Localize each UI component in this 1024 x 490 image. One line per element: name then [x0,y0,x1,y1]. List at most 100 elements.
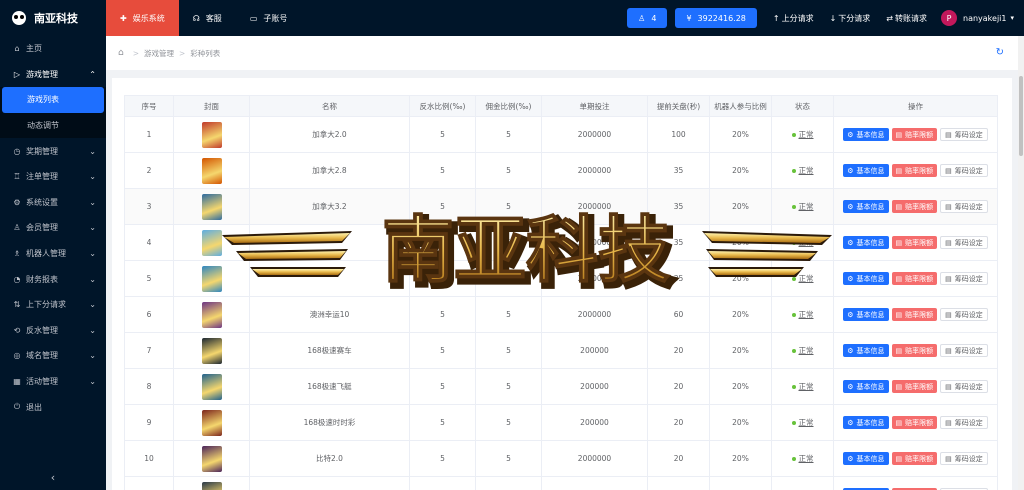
chip-settings-button[interactable]: ▤筹码设定 [940,236,988,249]
status-badge[interactable]: 正常 [791,202,814,211]
chip-settings-button[interactable]: ▤筹码设定 [940,164,988,177]
sidebar-item-label: 上下分请求 [26,300,66,310]
up-request-label: 上分请求 [781,13,814,23]
gear-icon: ⚙ [847,454,854,463]
rebate-ratio: 5 [409,368,476,405]
status-badge[interactable]: 正常 [791,310,814,319]
robot-icon: ♗ [13,249,21,259]
button-label: 基本信息 [856,238,885,247]
sidebar-item-0[interactable]: ⌂ 主页 [0,36,106,62]
refresh-icon[interactable]: ↻ [996,47,1004,58]
basic-info-button[interactable]: ⚙基本信息 [843,236,889,249]
basic-info-button[interactable]: ⚙基本信息 [843,416,889,429]
table-row[interactable]: 6 澳洲幸运10 5 5 2000000 60 20% 正常 ⚙ 基本信息 ▤ 赔率限额 ▤ 筹码设定 [124,296,998,333]
chip-settings-button[interactable]: ▤筹码设定 [940,344,988,357]
odds-limit-button[interactable]: ▤赔率限额 [891,452,938,465]
status-cell: 正常 [771,224,834,261]
tab-0[interactable]: ✚ 娱乐系统 [106,0,179,36]
sidebar-item-6[interactable]: ⚙ 系统设置 ⌄ [0,190,106,216]
document-icon: ▤ [895,238,903,247]
basic-info-button[interactable]: ⚙基本信息 [843,344,889,357]
sidebar-item-1[interactable]: ▷ 游戏管理 ⌃ [0,62,106,88]
odds-limit-button[interactable]: ▤赔率限额 [891,272,938,285]
balance-badge[interactable]: ¥ 3922416.28 [675,8,757,28]
transfer-icon: ⇄ [886,13,893,23]
odds-limit-button[interactable]: ▤赔率限额 [891,200,938,213]
sidebar-item-12[interactable]: ◎ 域名管理 ⌄ [0,343,106,369]
odds-limit-button[interactable]: ▤赔率限额 [891,308,938,321]
odds-limit-button[interactable]: ▤赔率限额 [891,164,938,177]
home-icon[interactable]: ⌂ [118,48,124,58]
status-dot-icon [791,169,796,173]
table-row[interactable]: 9 168极速时时彩 5 5 200000 20 20% 正常 ⚙ 基本信息 ▤ 赔率限额 ▤ 筹码设定 [124,404,998,441]
page-scrollbar[interactable] [1018,36,1024,490]
table-row[interactable]: 2 加拿大2.8 5 5 2000000 35 20% 正常 ⚙ 基本信息 ▤ 赔率限额 ▤ 筹码设定 [124,152,998,189]
table-row[interactable]: 4 5 5 2000000 35 20% 正常 ⚙ 基本信息 ▤ 赔率限额 ▤ 筹码设定 [124,224,998,261]
sidebar-item-4[interactable]: ◷ 奖期管理 ⌄ [0,138,106,164]
chip-settings-button[interactable]: ▤筹码设定 [940,452,988,465]
user-menu[interactable]: P nanyakeji1 ▾ [941,10,1014,26]
rebate-icon: ⟲ [13,325,21,335]
table-row[interactable]: 1 加拿大2.0 5 5 2000000 100 20% 正常 ⚙ 基本信息 ▤ 赔率限额 ▤ 筹码设定 [124,116,998,153]
chip-settings-button[interactable]: ▤筹码设定 [940,380,988,393]
up-request-button[interactable]: ↑ 上分请求 [773,13,814,24]
single-bet-limit: 200000 [541,368,648,405]
early-close-seconds: 20 [647,476,710,490]
chip-settings-button[interactable]: ▤筹码设定 [940,200,988,213]
tab-1[interactable]: ☊ 客服 [179,0,236,36]
scrollbar-thumb[interactable] [1019,76,1023,156]
chip-settings-button[interactable]: ▤筹码设定 [940,416,988,429]
single-bet-limit: 2000000 [541,260,648,297]
breadcrumb-item-lottery-list: 彩种列表 [190,48,221,58]
chip-settings-button[interactable]: ▤筹码设定 [940,272,988,285]
collapse-sidebar-button[interactable]: ‹ [0,464,106,490]
status-badge[interactable]: 正常 [791,238,814,247]
odds-limit-button[interactable]: ▤赔率限额 [891,416,938,429]
basic-info-button[interactable]: ⚙基本信息 [843,380,889,393]
breadcrumb-item-game-management[interactable]: 游戏管理 [144,48,174,59]
sidebar-item-11[interactable]: ⟲ 反水管理 ⌄ [0,318,106,344]
odds-limit-button[interactable]: ▤赔率限额 [891,380,938,393]
status-badge[interactable]: 正常 [791,274,814,283]
odds-limit-button[interactable]: ▤赔率限额 [891,236,938,249]
sidebar-item-8[interactable]: ♗ 机器人管理 ⌄ [0,241,106,267]
sidebar-item-13[interactable]: ▦ 活动管理 ⌄ [0,369,106,395]
tab-2[interactable]: ▭ 子账号 [236,0,302,36]
sidebar-item-10[interactable]: ⇅ 上下分请求 ⌄ [0,292,106,318]
table-row[interactable]: 7 168极速赛车 5 5 200000 20 20% 正常 ⚙ 基本信息 ▤ 赔率限额 ▤ 筹码设定 [124,332,998,369]
table-row[interactable]: 11比特2.85520000002020%正常⚙基本信息▤赔率限额▤筹码设定 [124,476,998,490]
table-row[interactable]: 8 168极速飞艇 5 5 200000 20 20% 正常 ⚙ 基本信息 ▤ 赔率限额 ▤ 筹码设定 [124,368,998,405]
chip-settings-button[interactable]: ▤筹码设定 [940,308,988,321]
sidebar-item-14[interactable]: ⏻ 退出 [0,394,106,420]
sidebar-item-2[interactable]: 游戏列表 [2,87,104,113]
basic-info-button[interactable]: ⚙基本信息 [843,200,889,213]
sidebar-item-5[interactable]: ♖ 注单管理 ⌄ [0,164,106,190]
sidebar-item-9[interactable]: ◔ 财务报表 ⌄ [0,266,106,292]
status-badge[interactable]: 正常 [791,382,814,391]
sidebar-item-label: 游戏管理 [26,69,58,79]
status-badge[interactable]: 正常 [791,130,814,139]
odds-limit-button[interactable]: ▤赔率限额 [891,344,938,357]
online-users-badge[interactable]: ♙ 4 [627,8,668,28]
basic-info-button[interactable]: ⚙基本信息 [843,128,889,141]
table-row[interactable]: 5 5 5 2000000 35 20% 正常 ⚙ 基本信息 ▤ 赔率限额 ▤ 筹码设定 [124,260,998,297]
basic-info-button[interactable]: ⚙基本信息 [843,164,889,177]
basic-info-button[interactable]: ⚙基本信息 [843,452,889,465]
sidebar-item-7[interactable]: ♙ 会员管理 ⌄ [0,215,106,241]
chip-settings-button[interactable]: ▤筹码设定 [940,128,988,141]
odds-limit-button[interactable]: ▤赔率限额 [891,128,938,141]
status-badge[interactable]: 正常 [791,346,814,355]
commission-ratio: 5 [475,260,542,297]
status-badge[interactable]: 正常 [791,418,814,427]
status-badge[interactable]: 正常 [791,454,814,463]
commission-ratio: 5 [475,476,542,490]
down-request-button[interactable]: ↓ 下分请求 [830,13,871,24]
basic-info-button[interactable]: ⚙基本信息 [843,308,889,321]
panda-icon [12,11,26,25]
table-row[interactable]: 3 加拿大3.2 5 5 2000000 35 20% 正常 ⚙ 基本信息 ▤ 赔率限额 ▤ 筹码设定 [124,188,998,225]
basic-info-button[interactable]: ⚙基本信息 [843,272,889,285]
transfer-request-button[interactable]: ⇄ 转账请求 [886,13,927,24]
sidebar-item-3[interactable]: 动态调节 [0,113,106,139]
status-badge[interactable]: 正常 [791,166,814,175]
table-row[interactable]: 10 比特2.0 5 5 2000000 20 20% 正常 ⚙ 基本信息 ▤ 赔率限额 ▤ 筹码设定 [124,440,998,477]
